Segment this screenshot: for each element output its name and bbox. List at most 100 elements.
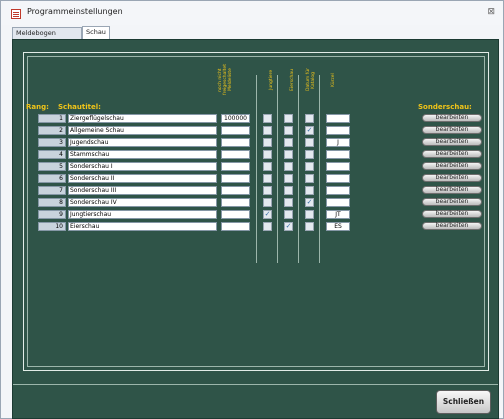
katalog-checkbox[interactable] [305, 138, 314, 147]
tab-meldebogen[interactable]: Meldebogen (eMail) [12, 27, 82, 48]
eierschau-checkbox[interactable] [284, 150, 293, 159]
header-kuerzel: Kürzel [331, 73, 336, 87]
jungtiere-checkbox[interactable] [263, 174, 272, 183]
bearbeiten-button[interactable]: bearbeiten [422, 222, 482, 230]
jungtiere-checkbox[interactable] [263, 222, 272, 231]
meldeliste-field[interactable] [221, 162, 250, 171]
meldeliste-field[interactable] [221, 138, 250, 147]
katalog-checkbox[interactable] [305, 174, 314, 183]
schautitel-field[interactable]: Sonderschau I [68, 162, 217, 171]
header-meldeliste: noch nicht freigeschaltet Meldeliste [218, 64, 233, 96]
window-title: Programmeinstellungen [27, 7, 123, 16]
schautitel-field[interactable]: Eierschau [68, 222, 217, 231]
row-number: 10 [38, 222, 66, 231]
row-number: 3 [38, 138, 66, 147]
bearbeiten-button[interactable]: bearbeiten [422, 162, 482, 170]
row-number: 8 [38, 198, 66, 207]
close-window-icon[interactable]: ⊠ [487, 7, 495, 17]
schliessen-button[interactable]: Schließen [436, 390, 491, 414]
jungtiere-checkbox[interactable] [263, 114, 272, 123]
katalog-checkbox[interactable] [305, 210, 314, 219]
jungtiere-checkbox[interactable] [263, 150, 272, 159]
schautitel-field[interactable]: Sonderschau II [68, 174, 217, 183]
eierschau-checkbox[interactable] [284, 114, 293, 123]
schautitel-field[interactable]: Sonderschau III [68, 186, 217, 195]
bearbeiten-button[interactable]: bearbeiten [422, 186, 482, 194]
meldeliste-field[interactable] [221, 198, 250, 207]
meldeliste-field[interactable] [221, 210, 250, 219]
meldeliste-field[interactable]: 100000 [221, 114, 250, 123]
eierschau-checkbox[interactable] [284, 126, 293, 135]
bearbeiten-button[interactable]: bearbeiten [422, 150, 482, 158]
jungtiere-checkbox[interactable] [263, 162, 272, 171]
row-number: 5 [38, 162, 66, 171]
jungtiere-checkbox[interactable] [263, 198, 272, 207]
katalog-checkbox[interactable] [305, 150, 314, 159]
kuerzel-field[interactable] [326, 198, 350, 207]
kuerzel-field[interactable] [326, 126, 350, 135]
kuerzel-field[interactable] [326, 174, 350, 183]
schautitel-field[interactable]: Sonderschau IV [68, 198, 217, 207]
app-icon [11, 9, 21, 19]
jungtiere-checkbox[interactable] [263, 138, 272, 147]
schautitel-field[interactable]: Ziergeflügelschau [68, 114, 217, 123]
eierschau-checkbox[interactable] [284, 186, 293, 195]
eierschau-checkbox[interactable] [284, 210, 293, 219]
column-separator [319, 75, 320, 263]
rang-label: Rang: [26, 103, 49, 111]
bearbeiten-button[interactable]: bearbeiten [422, 138, 482, 146]
kuerzel-field[interactable] [326, 114, 350, 123]
bearbeiten-button[interactable]: bearbeiten [422, 210, 482, 218]
bearbeiten-button[interactable]: bearbeiten [422, 114, 482, 122]
eierschau-checkbox[interactable] [284, 138, 293, 147]
jungtiere-checkbox[interactable] [263, 126, 272, 135]
katalog-checkbox[interactable] [305, 114, 314, 123]
header-datum-katalog: Datum für Katalog [306, 68, 316, 92]
row-number: 2 [38, 126, 66, 135]
jungtiere-checkbox[interactable]: ✓ [263, 210, 272, 219]
meldeliste-field[interactable] [221, 222, 250, 231]
footer-divider [13, 384, 498, 385]
bearbeiten-button[interactable]: bearbeiten [422, 198, 482, 206]
meldeliste-field[interactable] [221, 150, 250, 159]
bearbeiten-button[interactable]: bearbeiten [422, 174, 482, 182]
row-number: 9 [38, 210, 66, 219]
sonderschau-label: Sonderschau: [418, 103, 472, 111]
schautitel-field[interactable]: Jugendschau [68, 138, 217, 147]
meldeliste-field[interactable] [221, 186, 250, 195]
eierschau-checkbox[interactable]: ✓ [284, 222, 293, 231]
katalog-checkbox[interactable] [305, 186, 314, 195]
header-eierschau: Eierschau [290, 69, 295, 91]
settings-window: Programmeinstellungen ⊠ Meldebogen (eMai… [0, 0, 504, 419]
katalog-checkbox[interactable]: ✓ [305, 126, 314, 135]
schautitel-field[interactable]: Stammschau [68, 150, 217, 159]
header-jungtiere: Jungtiere [269, 69, 274, 91]
kuerzel-field[interactable] [326, 162, 350, 171]
eierschau-checkbox[interactable] [284, 162, 293, 171]
tab-schau[interactable]: Schau [82, 26, 110, 39]
kuerzel-field[interactable]: J [326, 138, 350, 147]
katalog-checkbox[interactable] [305, 162, 314, 171]
row-number: 7 [38, 186, 66, 195]
column-separator [298, 75, 299, 263]
schautitel-field[interactable]: Jungtierschau [68, 210, 217, 219]
eierschau-checkbox[interactable] [284, 174, 293, 183]
meldeliste-field[interactable] [221, 174, 250, 183]
row-number: 1 [38, 114, 66, 123]
kuerzel-field[interactable]: JT [326, 210, 350, 219]
kuerzel-field[interactable] [326, 150, 350, 159]
eierschau-checkbox[interactable] [284, 198, 293, 207]
meldeliste-field[interactable] [221, 126, 250, 135]
schautitel-field[interactable]: Allgemeine Schau [68, 126, 217, 135]
bearbeiten-button[interactable]: bearbeiten [422, 126, 482, 134]
title-bar: Programmeinstellungen ⊠ [1, 1, 503, 25]
kuerzel-field[interactable] [326, 186, 350, 195]
column-separator [256, 75, 257, 263]
schau-panel: noch nicht freigeschaltet Meldeliste Jun… [12, 39, 499, 419]
row-number: 6 [38, 174, 66, 183]
katalog-checkbox[interactable] [305, 222, 314, 231]
kuerzel-field[interactable]: ES [326, 222, 350, 231]
jungtiere-checkbox[interactable] [263, 186, 272, 195]
katalog-checkbox[interactable]: ✓ [305, 198, 314, 207]
schautitel-label: Schautitel: [58, 103, 101, 111]
